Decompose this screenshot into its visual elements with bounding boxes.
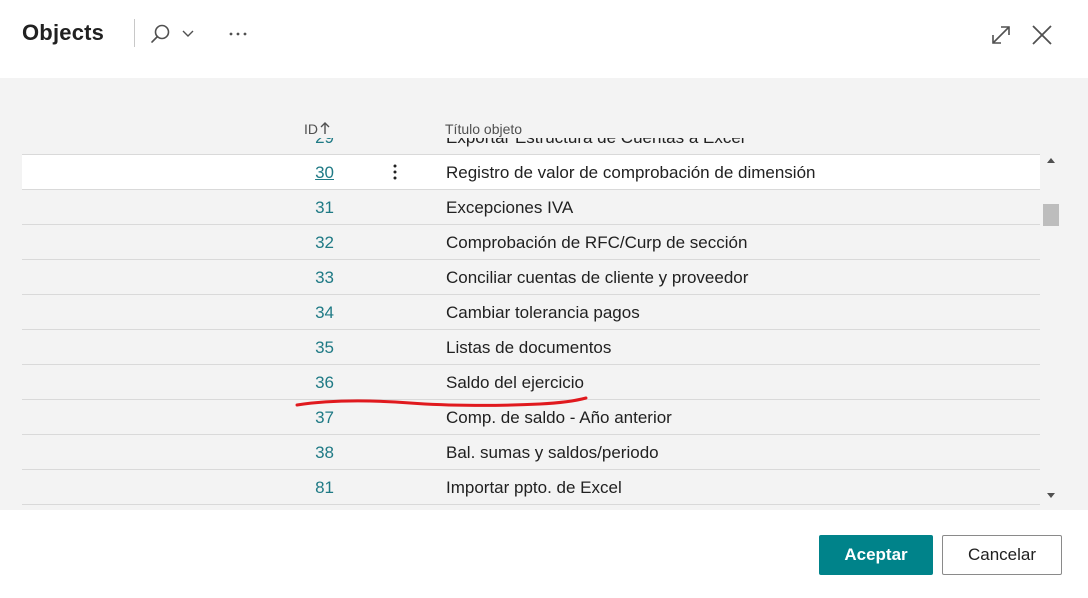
expand-icon [992,26,1010,44]
object-title: Comprobación de RFC/Curp de sección [446,233,748,252]
table-row[interactable]: 36 Saldo del ejercicio [22,365,1040,400]
table-row[interactable]: 33 Conciliar cuentas de cliente y proveed… [22,260,1040,295]
list-content: ID Título objeto 29 Exportar Estructura d… [0,78,1088,510]
object-id-link[interactable]: 35 [280,338,334,358]
sort-ascending-icon [320,122,330,134]
header-divider [134,19,135,47]
table-row[interactable]: 29 Exportar Estructura de Cuentas a Excel [22,138,1040,155]
object-id-link[interactable]: 38 [280,443,334,463]
object-id-link[interactable]: 30 [280,163,334,183]
object-id-link[interactable]: 81 [280,478,334,498]
accept-button[interactable]: Aceptar [819,535,933,575]
object-id-link[interactable]: 32 [280,233,334,253]
row-actions-icon[interactable] [386,161,404,183]
scroll-down-icon[interactable] [1045,490,1057,502]
object-id-link[interactable]: 34 [280,303,334,323]
table-row[interactable]: 34 Cambiar tolerancia pagos [22,295,1040,330]
scroll-up-icon[interactable] [1045,154,1057,166]
object-title: Cambiar tolerancia pagos [446,303,640,322]
table-row[interactable]: 37 Comp. de saldo - Año anterior [22,400,1040,435]
page-title: Objects [22,20,105,45]
dialog-footer: Aceptar Cancelar [0,510,1088,598]
object-title: Comp. de saldo - Año anterior [446,408,672,427]
expand-button[interactable] [986,20,1016,50]
object-id-link[interactable]: 33 [280,268,334,288]
object-id-link[interactable]: 29 [280,138,334,148]
column-header-title[interactable]: Título objeto [445,121,522,137]
object-id-link[interactable]: 31 [280,198,334,218]
object-title: Conciliar cuentas de cliente y proveedor [446,268,749,287]
object-title: Exportar Estructura de Cuentas a Excel [446,138,745,148]
table-row[interactable]: 38 Bal. sumas y saldos/periodo [22,435,1040,470]
cancel-button[interactable]: Cancelar [942,535,1062,575]
table-row[interactable]: 35 Listas de documentos [22,330,1040,365]
close-icon [1032,25,1052,45]
ellipsis-icon [229,32,247,36]
table-row[interactable]: 30 Registro de valor de comprobación de d… [22,155,1040,190]
dialog-header: Objects [0,0,1088,78]
object-title: Bal. sumas y saldos/periodo [446,443,659,462]
object-id-link[interactable]: 36 [280,373,334,393]
chevron-down-icon [182,30,194,37]
close-button[interactable] [1027,20,1057,50]
object-title: Importar ppto. de Excel [446,478,622,497]
vertical-scrollbar[interactable] [1040,154,1062,510]
table-row[interactable]: 32 Comprobación de RFC/Curp de sección [22,225,1040,260]
table-row[interactable]: 31 Excepciones IVA [22,190,1040,225]
search-icon [151,24,194,43]
table-row[interactable]: 81 Importar ppto. de Excel [22,470,1040,505]
column-header-row: ID Título objeto [0,78,1088,138]
column-header-id-label: ID [304,121,318,137]
object-title: Excepciones IVA [446,198,574,217]
scroll-thumb[interactable] [1043,204,1059,226]
more-options-button[interactable] [222,20,254,48]
object-title: Saldo del ejercicio [446,373,584,392]
object-title: Registro de valor de comprobación de dim… [446,163,816,182]
search-button[interactable] [146,20,202,48]
objects-grid: 29 Exportar Estructura de Cuentas a Excel… [22,138,1040,510]
object-title: Listas de documentos [446,338,612,357]
object-id-link[interactable]: 37 [280,408,334,428]
